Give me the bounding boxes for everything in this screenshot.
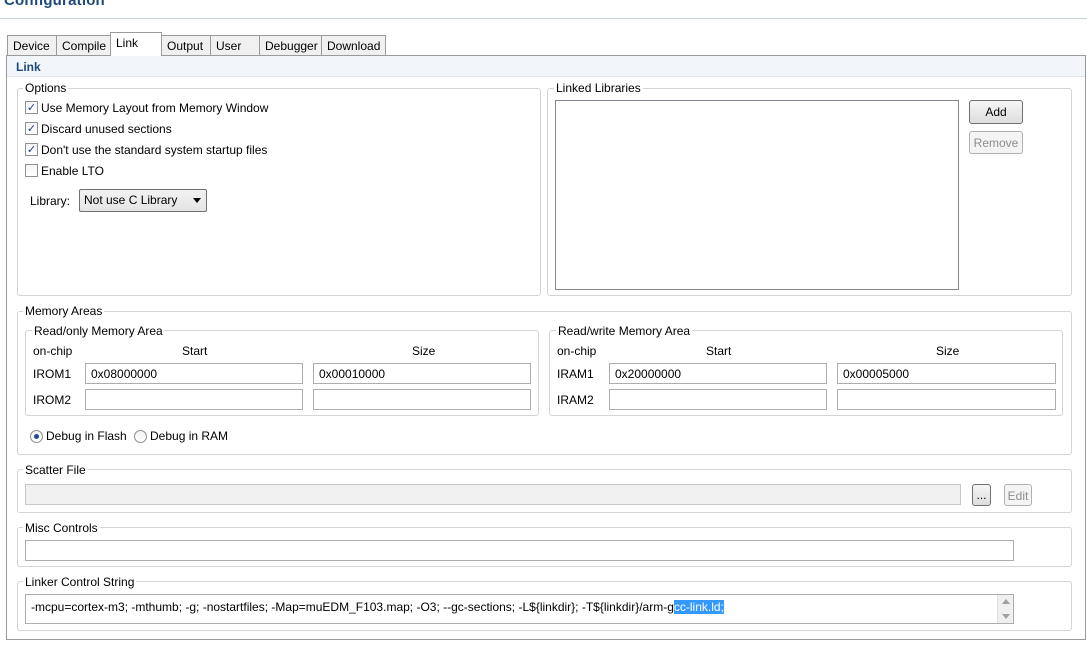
library-select-value: Not use C Library: [84, 193, 178, 207]
radio-debug-flash[interactable]: [30, 430, 43, 443]
tab-device[interactable]: Device: [7, 35, 57, 55]
scatter-edit-button[interactable]: Edit: [1004, 484, 1032, 506]
tab-download[interactable]: Download: [321, 35, 386, 55]
chevron-down-icon: [193, 198, 201, 203]
tab-link[interactable]: Link: [110, 32, 162, 56]
check-icon: ✓: [26, 122, 37, 135]
tab-user[interactable]: User: [210, 35, 260, 55]
irom2-label: IROM2: [33, 393, 72, 407]
readonly-memory-title: Read/only Memory Area: [32, 324, 165, 338]
scatter-file-title: Scatter File: [23, 463, 88, 477]
checkbox-enable-lto-label[interactable]: Enable LTO: [41, 164, 104, 178]
checkbox-no-startup-files-label[interactable]: Don't use the standard system startup fi…: [41, 143, 267, 157]
check-icon: ✓: [26, 143, 37, 156]
tab-compile[interactable]: Compile: [56, 35, 111, 55]
checkbox-memory-layout[interactable]: ✓: [25, 101, 38, 114]
irom2-start-input[interactable]: [85, 389, 303, 410]
options-title: Options: [23, 81, 69, 95]
linker-control-title: Linker Control String: [23, 575, 137, 589]
irom1-start-input[interactable]: 0x08000000: [85, 363, 303, 384]
checkbox-discard-unused-label[interactable]: Discard unused sections: [41, 122, 172, 136]
checkbox-discard-unused[interactable]: ✓: [25, 122, 38, 135]
readonly-col-size: Size: [412, 344, 436, 358]
readwrite-memory-title: Read/write Memory Area: [556, 324, 693, 338]
iram1-start-input[interactable]: 0x20000000: [609, 363, 827, 384]
readwrite-col-size: Size: [936, 344, 960, 358]
window-title: Configuration: [4, 0, 105, 9]
iram2-size-input[interactable]: [837, 389, 1056, 410]
section-header: Link: [7, 56, 1085, 77]
readonly-col-start: Start: [182, 344, 208, 358]
checkbox-no-startup-files[interactable]: ✓: [25, 143, 38, 156]
linker-control-text: -mcpu=cortex-m3; -mthumb; -g; -nostartfi…: [31, 600, 674, 614]
radio-debug-ram[interactable]: [134, 430, 147, 443]
readwrite-col-start: Start: [706, 344, 732, 358]
linker-control-textarea[interactable]: -mcpu=cortex-m3; -mthumb; -g; -nostartfi…: [25, 594, 1014, 624]
linked-libraries-list[interactable]: [555, 100, 959, 290]
linker-control-selected-text: cc-link.ld;: [673, 600, 724, 614]
readonly-col-onchip: on-chip: [33, 344, 73, 358]
misc-controls-title: Misc Controls: [23, 521, 100, 535]
iram2-label: IRAM2: [557, 393, 594, 407]
library-select[interactable]: Not use C Library: [79, 189, 207, 212]
misc-controls-input[interactable]: [25, 540, 1014, 561]
scatter-file-input[interactable]: [25, 484, 961, 505]
scroll-down-icon[interactable]: [1002, 614, 1010, 619]
library-label: Library:: [30, 194, 71, 208]
add-library-button[interactable]: Add: [969, 100, 1023, 124]
scatter-browse-button[interactable]: ...: [972, 484, 991, 506]
remove-library-button[interactable]: Remove: [969, 131, 1023, 154]
scroll-up-icon[interactable]: [1002, 599, 1010, 604]
linked-libraries-title: Linked Libraries: [554, 81, 643, 95]
title-divider: [0, 18, 1087, 19]
iram1-size-input[interactable]: 0x00005000: [837, 363, 1056, 384]
check-icon: ✓: [26, 101, 37, 114]
irom2-size-input[interactable]: [313, 389, 531, 410]
radio-debug-flash-label[interactable]: Debug in Flash: [46, 429, 127, 443]
memory-areas-title: Memory Areas: [23, 304, 105, 318]
checkbox-enable-lto[interactable]: [25, 164, 38, 177]
irom1-label: IROM1: [33, 367, 72, 381]
checkbox-memory-layout-label[interactable]: Use Memory Layout from Memory Window: [41, 101, 268, 115]
iram1-label: IRAM1: [557, 367, 594, 381]
iram2-start-input[interactable]: [609, 389, 827, 410]
irom1-size-input[interactable]: 0x00010000: [313, 363, 531, 384]
linker-control-scrollbar[interactable]: [997, 595, 1013, 623]
section-title: Link: [16, 60, 41, 74]
readwrite-col-onchip: on-chip: [557, 344, 597, 358]
tab-output[interactable]: Output: [161, 35, 211, 55]
radio-selected-dot: [34, 434, 39, 439]
radio-debug-ram-label[interactable]: Debug in RAM: [150, 429, 228, 443]
tab-debugger[interactable]: Debugger: [259, 35, 322, 55]
